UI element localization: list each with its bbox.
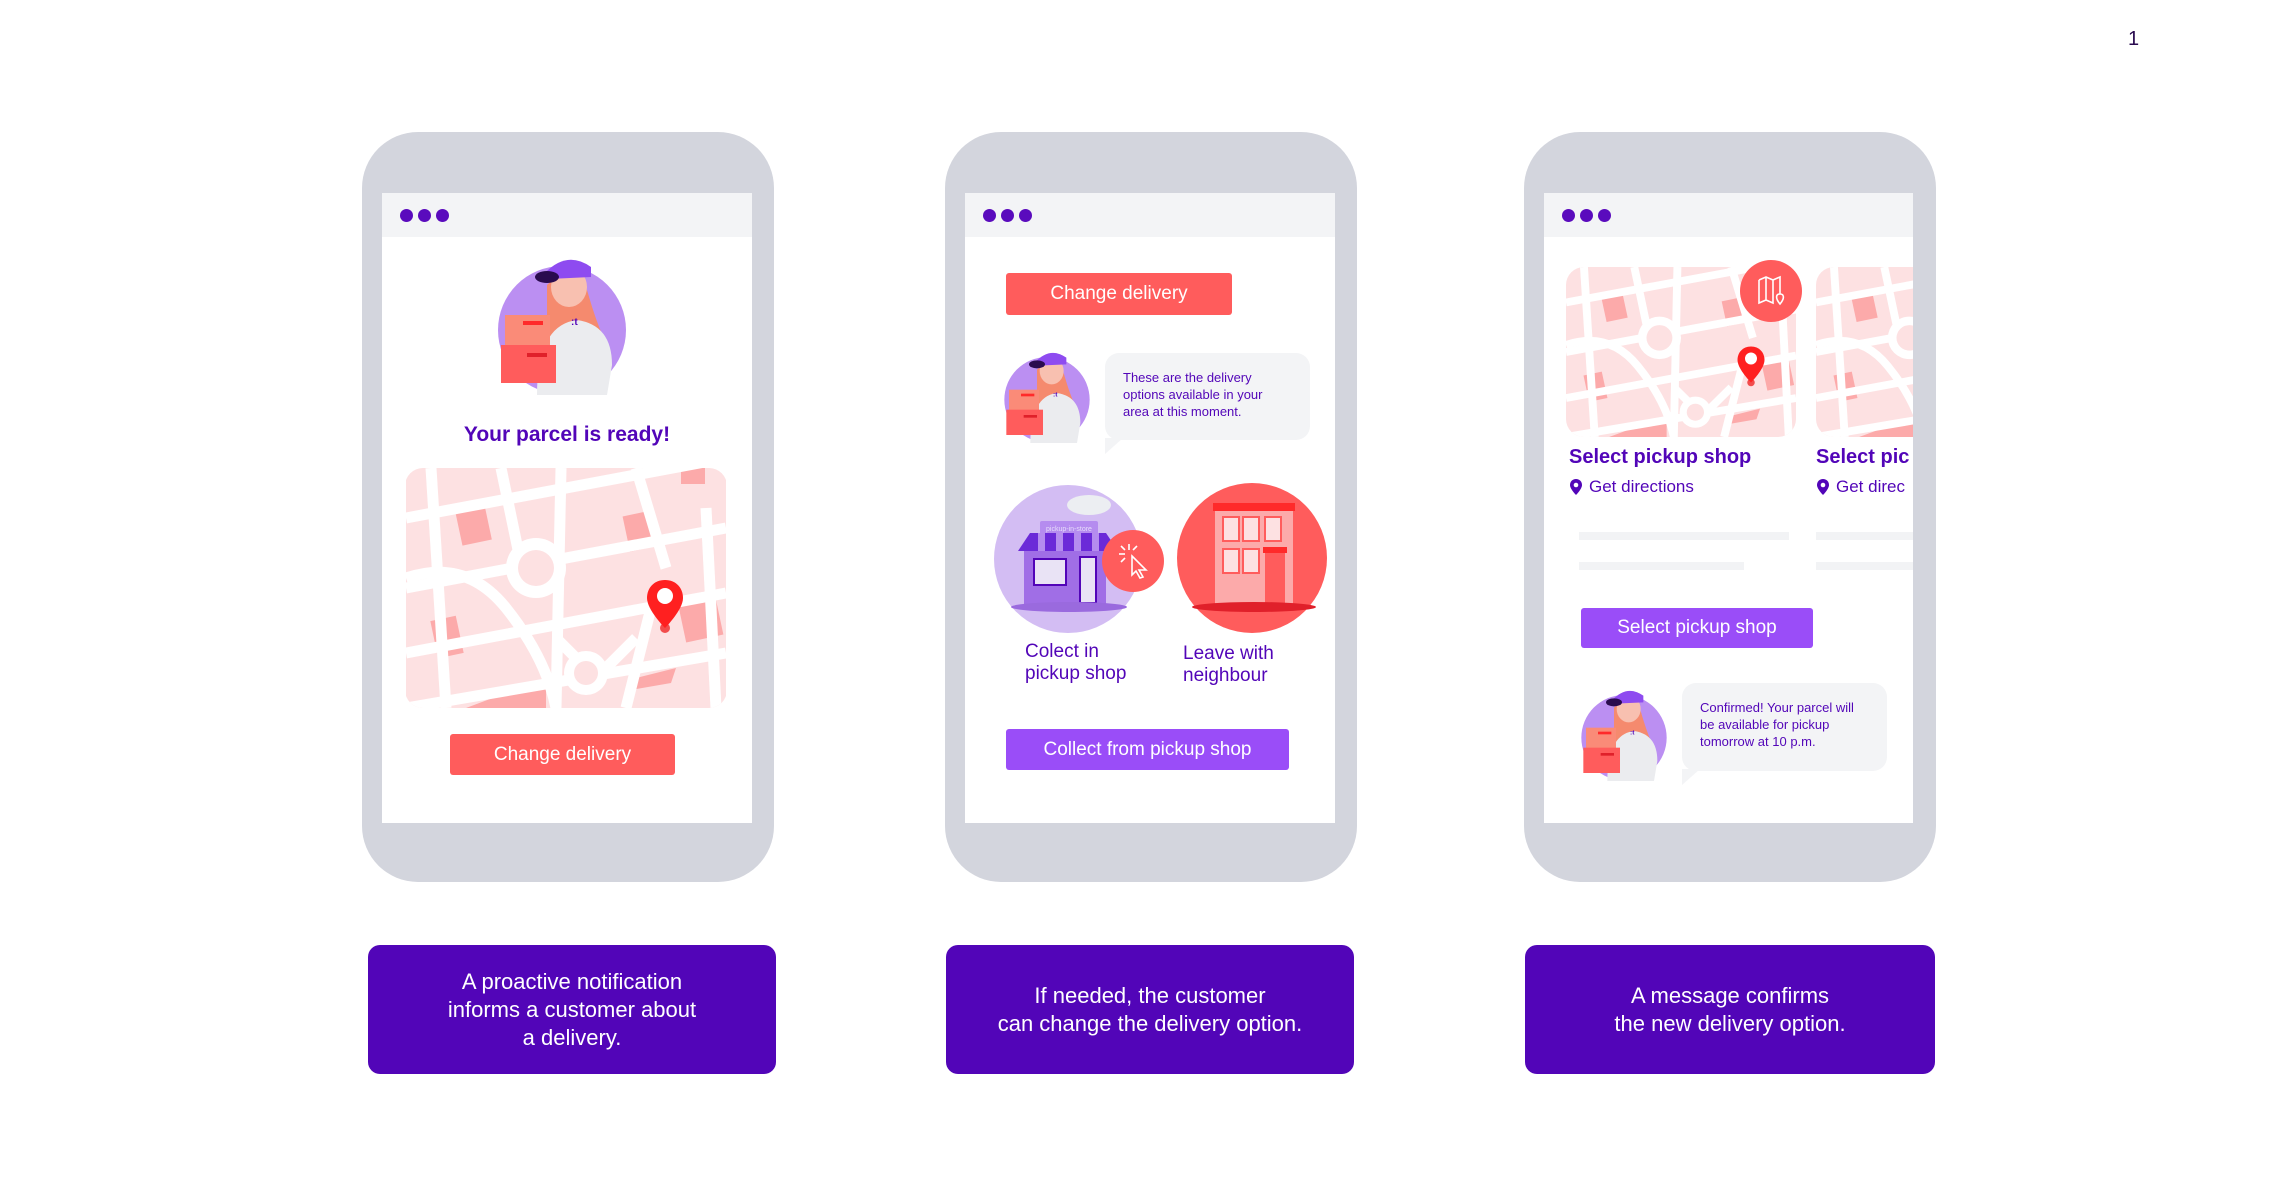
placeholder-line — [1579, 532, 1789, 540]
map[interactable] — [1816, 267, 1913, 437]
option-pickup-label: Colect in pickup shop — [1025, 641, 1127, 684]
caption-step-1: A proactive notification informs a custo… — [368, 945, 776, 1074]
window-dot-icon — [400, 209, 413, 222]
map[interactable] — [405, 468, 727, 708]
change-delivery-button[interactable]: Change delivery — [1006, 273, 1232, 315]
window-dot-icon — [983, 209, 996, 222]
location-pin-icon — [1570, 479, 1582, 495]
placeholder-line — [1816, 562, 1913, 570]
window-dot-icon — [1019, 209, 1032, 222]
browser-topbar — [965, 193, 1335, 237]
phone-screen: Change delivery These are the delivery o… — [965, 193, 1335, 823]
courier-illustration-icon — [1574, 681, 1674, 781]
card-title: Select pic — [1816, 446, 1910, 468]
window-dot-icon — [418, 209, 431, 222]
map-icon — [1816, 267, 1913, 437]
page-number: 1 — [2128, 28, 2140, 50]
location-pin-icon — [1817, 479, 1829, 495]
cursor-badge — [1102, 530, 1164, 592]
window-dot-icon — [1562, 209, 1575, 222]
phone-delivery-options: Change delivery These are the delivery o… — [945, 132, 1357, 882]
window-dot-icon — [1001, 209, 1014, 222]
phone-screen: Select pickup shop Get directions Select… — [1544, 193, 1913, 823]
parcel-ready-title: Your parcel is ready! — [463, 423, 671, 446]
option-neighbour[interactable] — [1177, 483, 1327, 633]
window-dot-icon — [1598, 209, 1611, 222]
window-dot-icon — [1580, 209, 1593, 222]
change-delivery-button[interactable]: Change delivery — [450, 734, 675, 775]
map-badge — [1740, 260, 1802, 322]
option-neighbour-label: Leave with neighbour — [1183, 643, 1274, 686]
collect-from-pickup-shop-button[interactable]: Collect from pickup shop — [1006, 729, 1289, 770]
window-dot-icon — [436, 209, 449, 222]
browser-topbar — [1544, 193, 1913, 237]
caption-step-2: If needed, the customer can change the d… — [946, 945, 1354, 1074]
card-title: Select pickup shop — [1569, 446, 1752, 468]
phone-screen: Your parcel is ready! Change delivery — [382, 193, 752, 823]
cursor-click-icon — [1119, 544, 1148, 579]
location-pin-icon — [1736, 345, 1766, 387]
courier-illustration-icon — [997, 343, 1097, 443]
caption-step-3: A message confirms the new delivery opti… — [1525, 945, 1935, 1074]
placeholder-line — [1816, 532, 1913, 540]
get-directions-link[interactable]: Get direc — [1816, 477, 1905, 497]
folded-map-icon — [1758, 275, 1785, 306]
location-pin-icon — [645, 578, 685, 634]
svg-text:pickup-in-store: pickup-in-store — [1046, 526, 1092, 533]
chat-bubble: These are the delivery options available… — [1105, 353, 1310, 454]
select-pickup-shop-button[interactable]: Select pickup shop — [1581, 608, 1813, 648]
browser-topbar — [382, 193, 752, 237]
building-icon — [1192, 503, 1316, 612]
get-directions-link[interactable]: Get directions — [1569, 477, 1694, 497]
phone-notification: Your parcel is ready! Change delivery — [362, 132, 774, 882]
confirmation-bubble: Confirmed! Your parcel will be available… — [1682, 683, 1887, 785]
courier-illustration-icon — [487, 245, 637, 395]
phone-confirmation: Select pickup shop Get directions Select… — [1524, 132, 1936, 882]
placeholder-line — [1579, 562, 1744, 570]
